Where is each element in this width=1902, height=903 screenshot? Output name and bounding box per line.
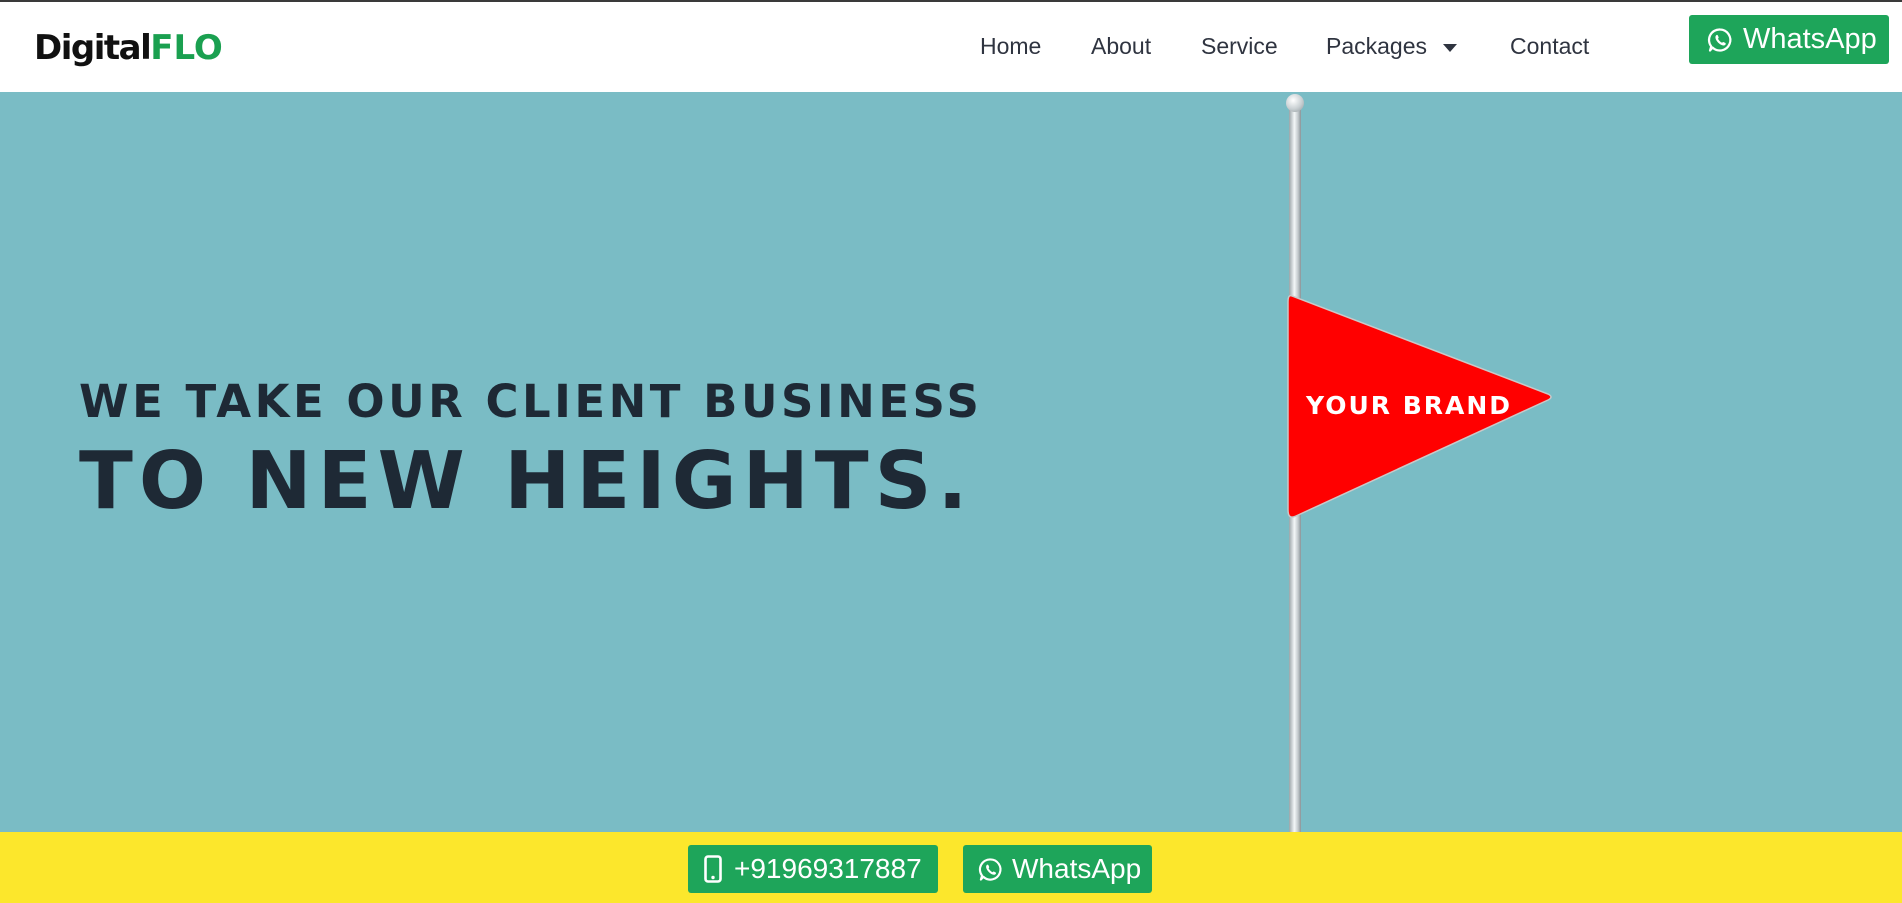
logo-text-flo: FLO (150, 28, 223, 68)
whatsapp-icon (1707, 27, 1733, 53)
header-whatsapp-label: WhatsApp (1743, 23, 1877, 55)
flag-pole-cap (1286, 94, 1304, 112)
logo-text-digital: Digital (34, 28, 152, 68)
nav-packages-label: Packages (1326, 33, 1428, 59)
hero-banner: WE TAKE OUR CLIENT BUSINESS TO NEW HEIGH… (0, 92, 1902, 832)
nav-about-link[interactable]: About (1091, 28, 1151, 64)
nav-packages-dropdown[interactable]: Packages (1326, 28, 1458, 64)
phone-number-label: +91969317887 (734, 853, 922, 884)
nav-service-link[interactable]: Service (1201, 28, 1278, 64)
site-logo[interactable]: DigitalFLO (34, 28, 223, 68)
whatsapp-icon (978, 857, 1003, 882)
flag-brand-text: YOUR BRAND (1306, 391, 1513, 420)
hero-headline-line1: WE TAKE OUR CLIENT BUSINESS (79, 375, 983, 428)
call-phone-button[interactable]: +91969317887 (688, 845, 938, 893)
header-whatsapp-button[interactable]: WhatsApp (1689, 15, 1889, 64)
hero-headline-line2: TO NEW HEIGHTS. (79, 435, 974, 527)
bottom-whatsapp-label: WhatsApp (1012, 853, 1142, 884)
sticky-contact-bar: +91969317887 WhatsApp (0, 832, 1902, 903)
mobile-phone-icon (704, 855, 722, 883)
site-header: DigitalFLO Home About Service Packages C… (0, 2, 1902, 92)
nav-contact-link[interactable]: Contact (1510, 28, 1589, 64)
bottom-whatsapp-button[interactable]: WhatsApp (963, 845, 1152, 893)
caret-down-icon (1443, 43, 1458, 52)
nav-home-link[interactable]: Home (980, 28, 1041, 64)
